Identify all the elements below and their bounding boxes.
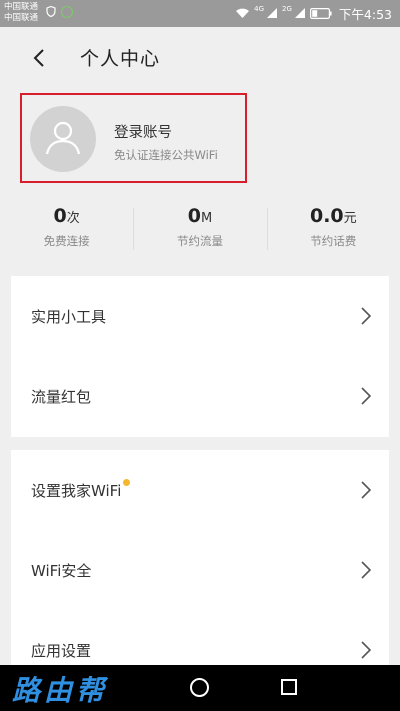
shield-icon bbox=[46, 6, 56, 17]
menu-item-tools[interactable]: 实用小工具 bbox=[11, 276, 389, 356]
stat-saved-charges: 0.0元 节约话费 bbox=[266, 204, 400, 252]
chevron-right-icon bbox=[361, 307, 371, 325]
network-type-1: 4G bbox=[254, 5, 265, 13]
battery-icon bbox=[309, 7, 332, 19]
user-avatar-icon bbox=[45, 121, 81, 155]
menu-group-1: 实用小工具 流量红包 bbox=[11, 276, 389, 437]
page-title: 个人中心 bbox=[80, 48, 161, 70]
chevron-right-icon bbox=[361, 481, 371, 499]
chevron-right-icon bbox=[361, 387, 371, 405]
home-circle-icon[interactable] bbox=[190, 678, 209, 697]
menu-item-label: 实用小工具 bbox=[31, 308, 107, 326]
menu-item-home-wifi[interactable]: 设置我家WiFi bbox=[11, 450, 389, 530]
back-arrow-icon[interactable] bbox=[30, 47, 50, 69]
stat-value: 0次 bbox=[53, 205, 80, 227]
login-subtitle: 免认证连接公共WiFi bbox=[114, 148, 218, 162]
stat-value: 0M bbox=[187, 205, 213, 227]
carrier-1: 中国联通 bbox=[4, 2, 39, 12]
menu-item-label: 流量红包 bbox=[31, 388, 92, 406]
menu-item-label: 设置我家WiFi bbox=[31, 479, 131, 501]
signal-icon bbox=[267, 8, 278, 18]
chevron-right-icon bbox=[361, 561, 371, 579]
recent-apps-icon[interactable] bbox=[281, 679, 297, 695]
menu-item-wifi-security[interactable]: WiFi安全 bbox=[11, 530, 389, 610]
login-profile-card[interactable]: 登录账号 免认证连接公共WiFi bbox=[20, 93, 247, 183]
status-bar: 中国联通 中国联通 4G 2G 下午4:53 bbox=[0, 0, 400, 27]
stat-label: 节约话费 bbox=[310, 234, 357, 248]
wifi-icon bbox=[236, 8, 250, 18]
stat-free-connections: 0次 免费连接 bbox=[0, 204, 133, 252]
watermark-logo: 路由帮 bbox=[12, 674, 109, 707]
menu-item-label: 应用设置 bbox=[31, 642, 92, 660]
avatar[interactable] bbox=[30, 106, 96, 172]
stat-saved-data: 0M 节约流量 bbox=[133, 204, 266, 252]
stats-bar: 0次 免费连接 0M 节约流量 0.0元 节约话费 bbox=[0, 204, 400, 252]
system-nav-bar: 路由帮 bbox=[0, 665, 400, 711]
menu-item-data-redpacket[interactable]: 流量红包 bbox=[11, 356, 389, 436]
stat-label: 节约流量 bbox=[176, 234, 223, 248]
new-badge-dot bbox=[123, 479, 131, 486]
stat-label: 免费连接 bbox=[43, 234, 90, 248]
carrier-2: 中国联通 bbox=[4, 13, 39, 23]
carrier-labels: 中国联通 中国联通 bbox=[4, 2, 38, 24]
login-account-label[interactable]: 登录账号 bbox=[114, 121, 172, 142]
network-type-2: 2G bbox=[282, 5, 292, 13]
status-icons: 4G 2G 下午4:53 bbox=[235, 5, 392, 22]
header: 个人中心 bbox=[0, 27, 400, 89]
menu-group-2: 设置我家WiFi WiFi安全 应用设置 bbox=[11, 450, 389, 665]
stat-value: 0.0元 bbox=[309, 205, 357, 227]
chevron-right-icon bbox=[361, 641, 371, 659]
signal-icon-2 bbox=[294, 8, 305, 18]
clock: 下午4:53 bbox=[338, 6, 392, 22]
menu-item-label: WiFi安全 bbox=[31, 562, 92, 580]
status-dot-icon bbox=[61, 6, 73, 18]
